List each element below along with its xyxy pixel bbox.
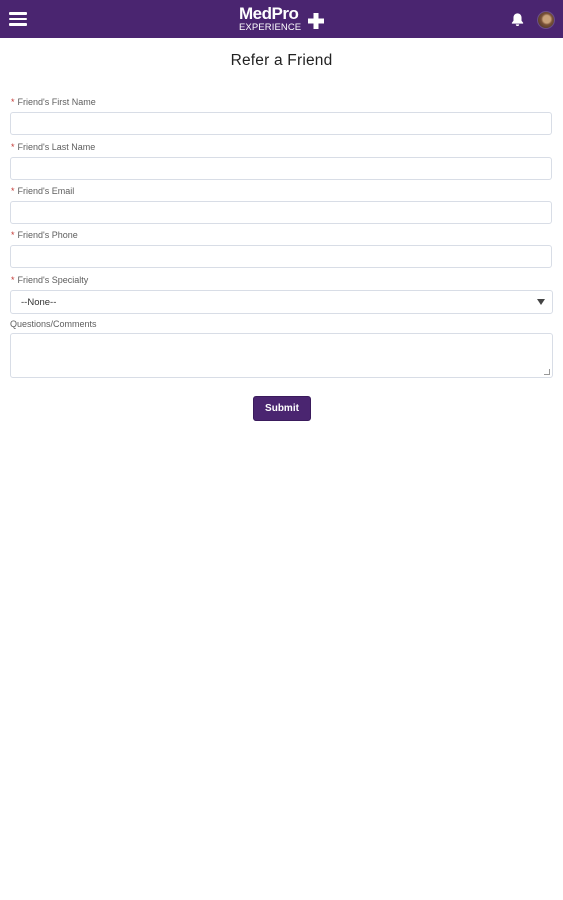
- phone-label-text: Friend's Phone: [17, 230, 78, 240]
- top-navigation-bar: MedPro EXPERIENCE: [0, 0, 563, 38]
- user-avatar[interactable]: [537, 11, 555, 29]
- email-label: * Friend's Email: [11, 186, 74, 196]
- logo-plus-icon: [308, 13, 324, 29]
- required-marker: *: [11, 275, 15, 285]
- hamburger-menu-icon[interactable]: [9, 12, 27, 26]
- first-name-label: * Friend's First Name: [11, 97, 96, 107]
- phone-label: * Friend's Phone: [11, 230, 78, 240]
- specialty-label: * Friend's Specialty: [11, 275, 88, 285]
- first-name-label-text: Friend's First Name: [17, 97, 96, 107]
- bell-icon[interactable]: [510, 12, 525, 27]
- specialty-select[interactable]: --None--: [10, 290, 553, 314]
- specialty-selected-value: --None--: [21, 297, 57, 308]
- required-marker: *: [11, 97, 15, 107]
- last-name-input[interactable]: [10, 157, 552, 180]
- medpro-logo[interactable]: MedPro EXPERIENCE: [238, 4, 328, 35]
- email-label-text: Friend's Email: [17, 186, 75, 196]
- resize-handle-icon[interactable]: [544, 369, 550, 375]
- required-marker: *: [11, 142, 15, 152]
- logo-text-experience: EXPERIENCE: [239, 22, 302, 33]
- comments-textarea[interactable]: [10, 333, 553, 378]
- required-marker: *: [11, 186, 15, 196]
- specialty-label-text: Friend's Specialty: [17, 275, 89, 285]
- submit-button[interactable]: Submit: [253, 396, 311, 421]
- required-marker: *: [11, 230, 15, 240]
- email-input[interactable]: [10, 201, 552, 224]
- first-name-input[interactable]: [10, 112, 552, 135]
- last-name-label: * Friend's Last Name: [11, 142, 95, 152]
- logo-text-medpro: MedPro: [239, 4, 299, 23]
- page-title: Refer a Friend: [230, 52, 333, 69]
- comments-label: Questions/Comments: [10, 319, 97, 329]
- last-name-label-text: Friend's Last Name: [17, 142, 96, 152]
- chevron-down-icon: [537, 299, 545, 305]
- phone-input[interactable]: [10, 245, 552, 268]
